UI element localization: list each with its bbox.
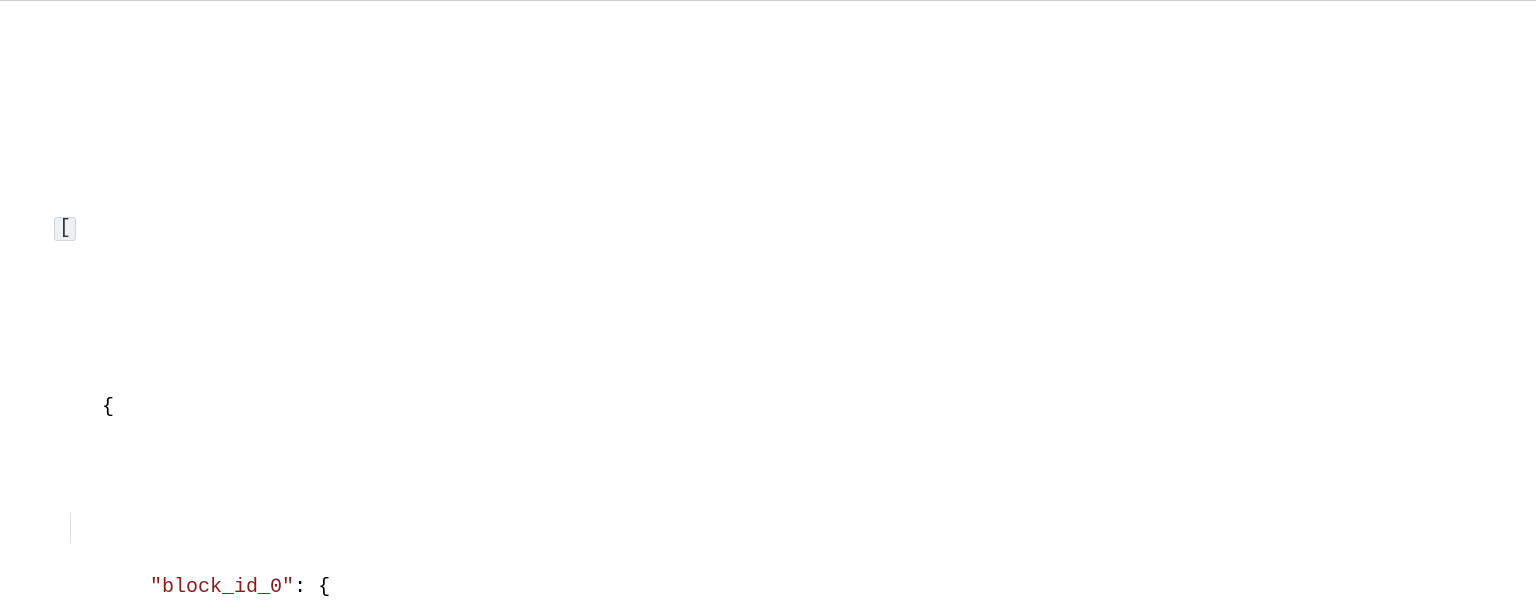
obj0-block-key: "block_id_0" xyxy=(150,576,294,599)
array-open-bracket: [ xyxy=(54,217,76,241)
colon: : xyxy=(294,576,318,599)
obj0-open-brace: { xyxy=(102,396,114,419)
obj0-inner-open: { xyxy=(318,576,330,599)
json-output-cell: [ { "block_id_0": { "acl_stored_hash": "… xyxy=(0,0,1536,614)
